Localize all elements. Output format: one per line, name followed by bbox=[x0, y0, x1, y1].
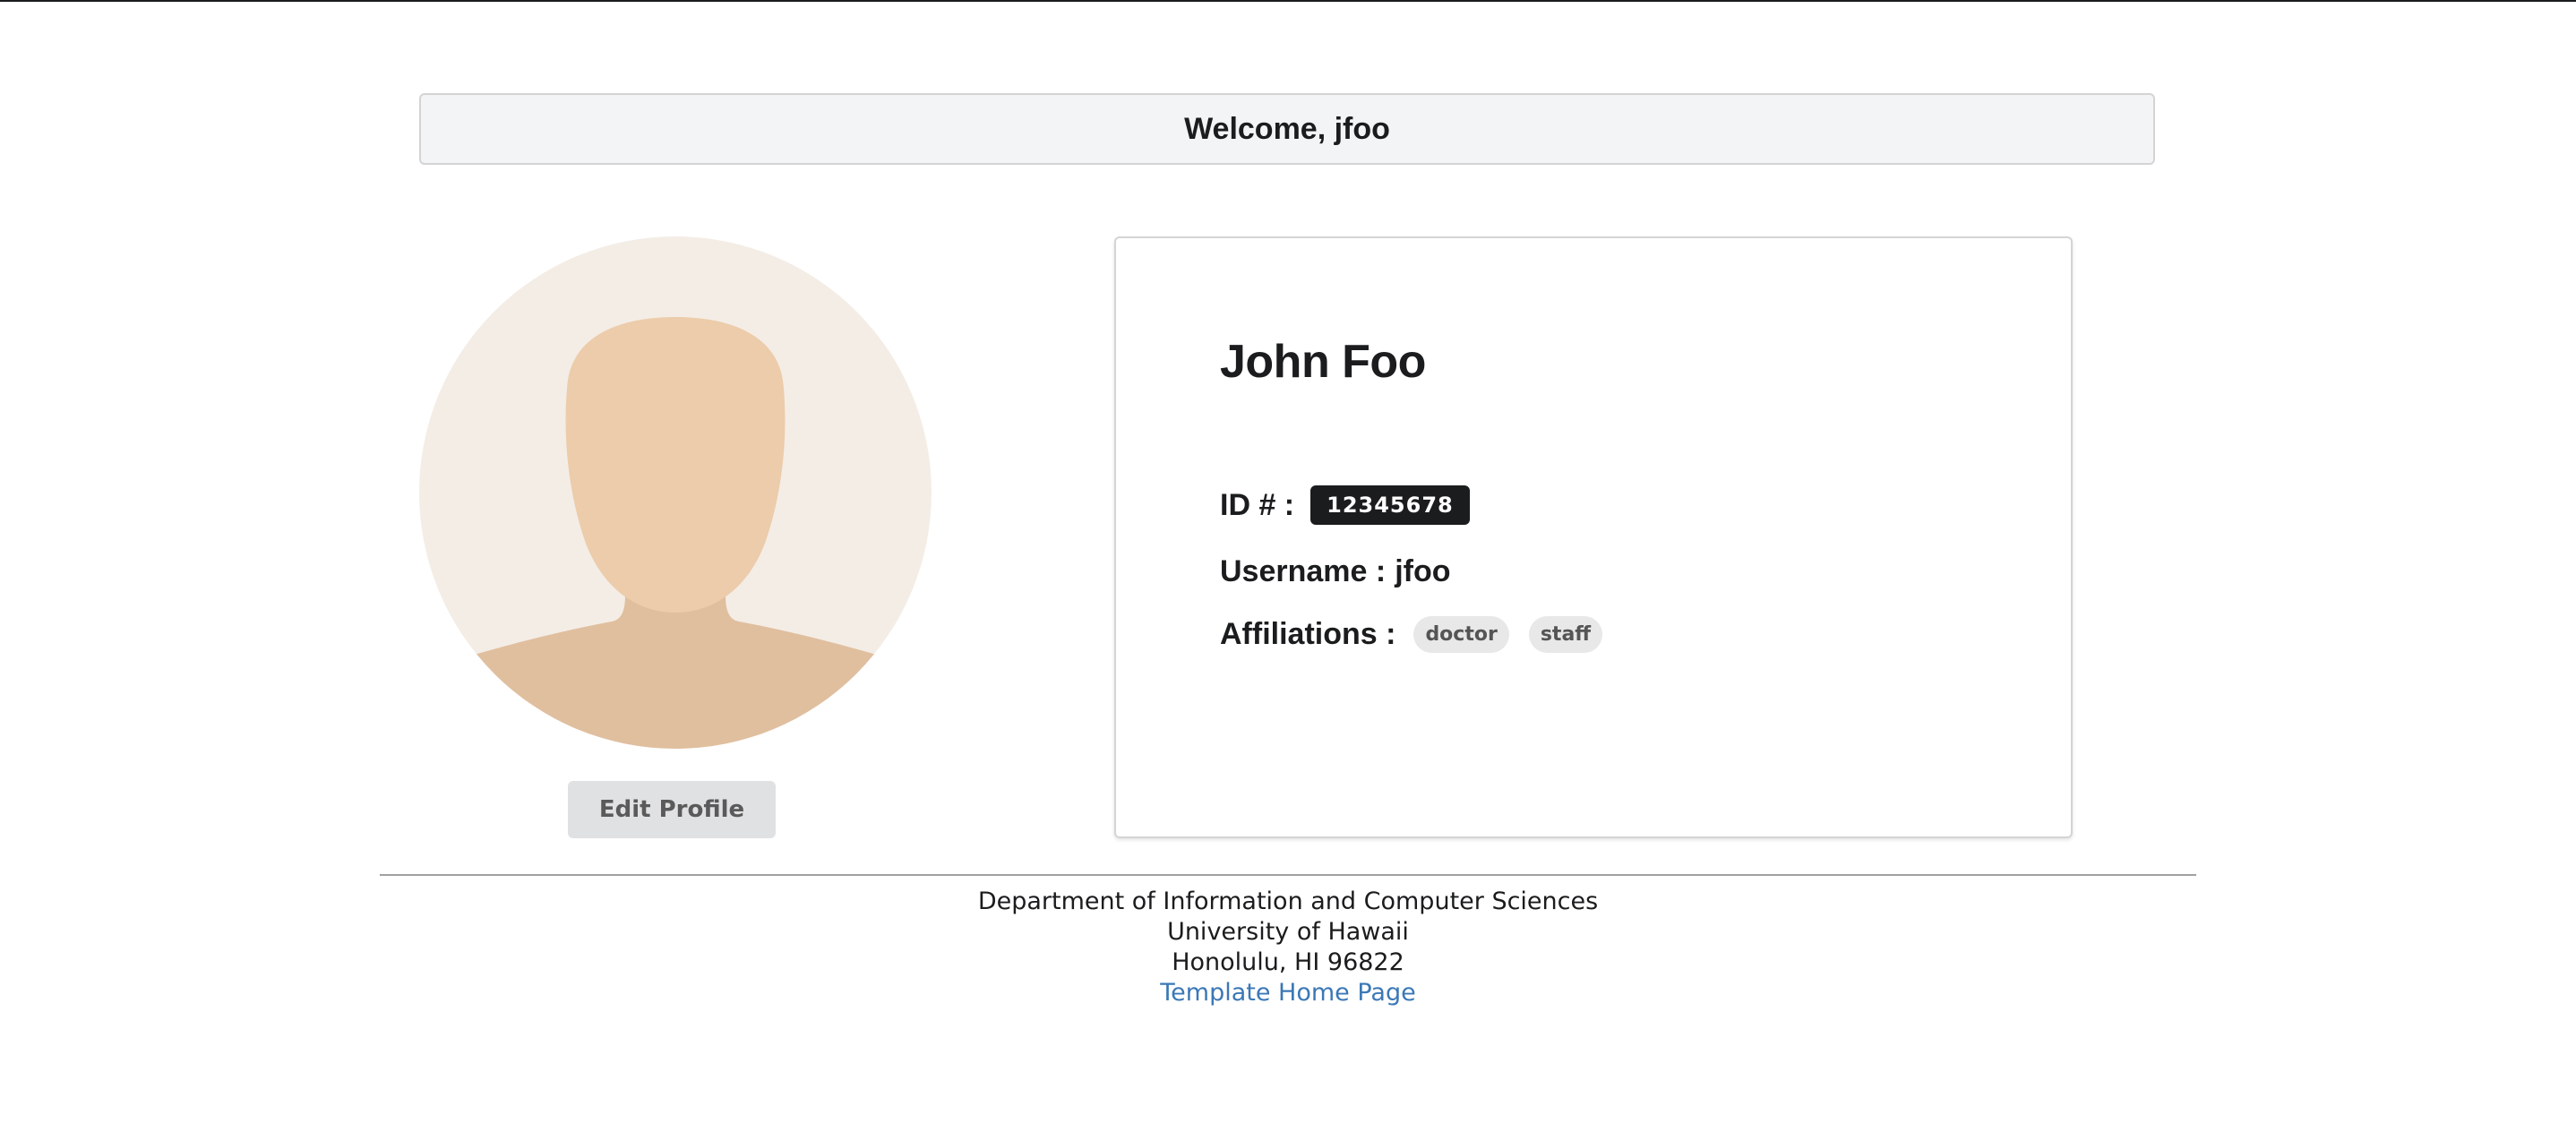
id-badge: 12345678 bbox=[1310, 485, 1470, 525]
footer-divider bbox=[380, 874, 2196, 876]
affiliations-label: Affiliations : bbox=[1220, 616, 1396, 651]
footer-university: University of Hawaii bbox=[1167, 918, 1409, 946]
id-label: ID # : bbox=[1220, 487, 1295, 522]
footer-address: Honolulu, HI 96822 bbox=[1172, 948, 1404, 976]
username-value: jfoo bbox=[1395, 553, 1451, 588]
id-row: ID # : 12345678 bbox=[1220, 484, 1470, 527]
avatar bbox=[419, 236, 932, 749]
template-home-link[interactable]: Template Home Page bbox=[1160, 979, 1415, 1007]
username-row: Username : jfoo bbox=[1220, 550, 1451, 593]
top-divider bbox=[0, 0, 2576, 2]
affiliation-tag-staff: staff bbox=[1528, 615, 1603, 653]
profile-name: John Foo bbox=[1220, 336, 1426, 388]
user-silhouette-icon bbox=[419, 236, 932, 749]
username-label: Username : bbox=[1220, 553, 1387, 588]
footer-department: Department of Information and Computer S… bbox=[977, 888, 1599, 915]
welcome-banner: Welcome, jfoo bbox=[419, 93, 2155, 165]
welcome-message: Welcome, jfoo bbox=[1184, 111, 1390, 146]
affiliations-row: Affiliations : doctor staff bbox=[1220, 613, 1603, 656]
affiliation-tag-doctor: doctor bbox=[1413, 615, 1509, 653]
edit-profile-button[interactable]: Edit Profile bbox=[568, 781, 776, 838]
profile-card: John Foo ID # : 12345678 Username : jfoo… bbox=[1114, 236, 2073, 838]
footer: Department of Information and Computer S… bbox=[380, 887, 2196, 1008]
